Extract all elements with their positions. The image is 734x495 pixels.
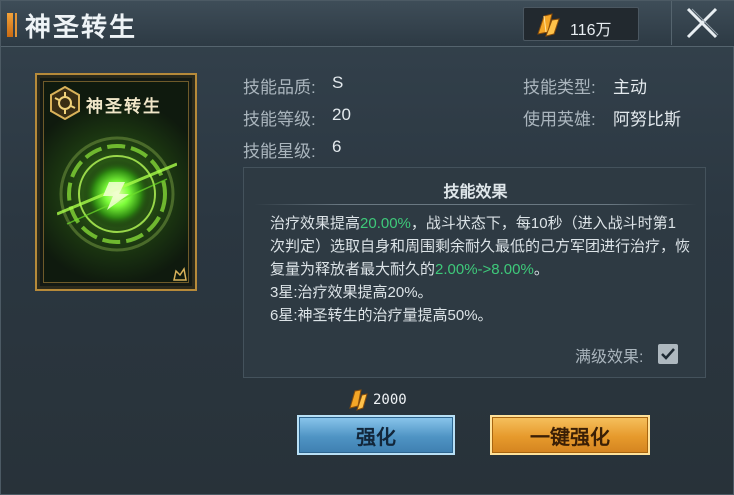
close-button[interactable] <box>671 1 731 45</box>
one-click-upgrade-button[interactable]: 一键强化 <box>490 415 650 455</box>
type-label: 技能类型: <box>523 78 596 97</box>
currency-amount: 116万 <box>570 22 612 39</box>
max-level-checkbox[interactable] <box>658 344 678 364</box>
effect-divider <box>254 204 697 205</box>
effect-main-text: 治疗效果提高20.00%，战斗状态下，每10秒（进入战斗时第1次判定）选取自身和… <box>270 215 691 278</box>
currency-display[interactable]: 116万 <box>523 7 639 41</box>
skill-detail-panel: 神圣转生 116万 神圣转生 技能品质: S 技能等级: 20 技能星级: 6 … <box>0 0 734 495</box>
type-value: 主动 <box>613 78 647 97</box>
page-title: 神圣转生 <box>25 13 138 43</box>
upgrade-cost: 2000 <box>373 392 407 408</box>
skill-card-art-frame: 神圣转生 <box>43 81 189 283</box>
star-value: 6 <box>332 137 342 156</box>
quality-label: 技能品质: <box>243 78 316 97</box>
star-label: 技能星级: <box>243 142 316 161</box>
level-value: 20 <box>332 105 351 124</box>
holy-rebirth-skill-icon <box>57 136 177 252</box>
skill-card: 神圣转生 <box>35 73 197 291</box>
effect-description: 治疗效果提高20.00%，战斗状态下，每10秒（进入战斗时第1次判定）选取自身和… <box>270 212 690 327</box>
crystal-icon <box>349 389 368 411</box>
checkmark-icon <box>661 348 675 360</box>
hero-value: 阿努比斯 <box>613 110 681 129</box>
card-rank-corner-icon <box>173 267 187 281</box>
close-icon <box>686 7 719 39</box>
max-level-label: 满级效果: <box>575 349 644 366</box>
level-label: 技能等级: <box>243 110 316 129</box>
effect-star6-text: 6星:神圣转生的治疗量提高50%。 <box>270 307 493 324</box>
upgrade-button[interactable]: 强化 <box>297 415 455 455</box>
quality-value: S <box>332 73 344 92</box>
hero-label: 使用英雄: <box>523 110 596 129</box>
header-bar: 神圣转生 116万 <box>1 1 734 47</box>
title-accent-bar <box>7 13 13 37</box>
effect-title: 技能效果 <box>443 184 508 201</box>
crystal-icon <box>537 13 560 37</box>
skill-card-name: 神圣转生 <box>86 97 162 117</box>
effect-star3-text: 3星:治疗效果提高20%。 <box>270 284 433 301</box>
skill-rank-hex-icon <box>50 86 80 120</box>
title-accent-line <box>15 13 17 37</box>
